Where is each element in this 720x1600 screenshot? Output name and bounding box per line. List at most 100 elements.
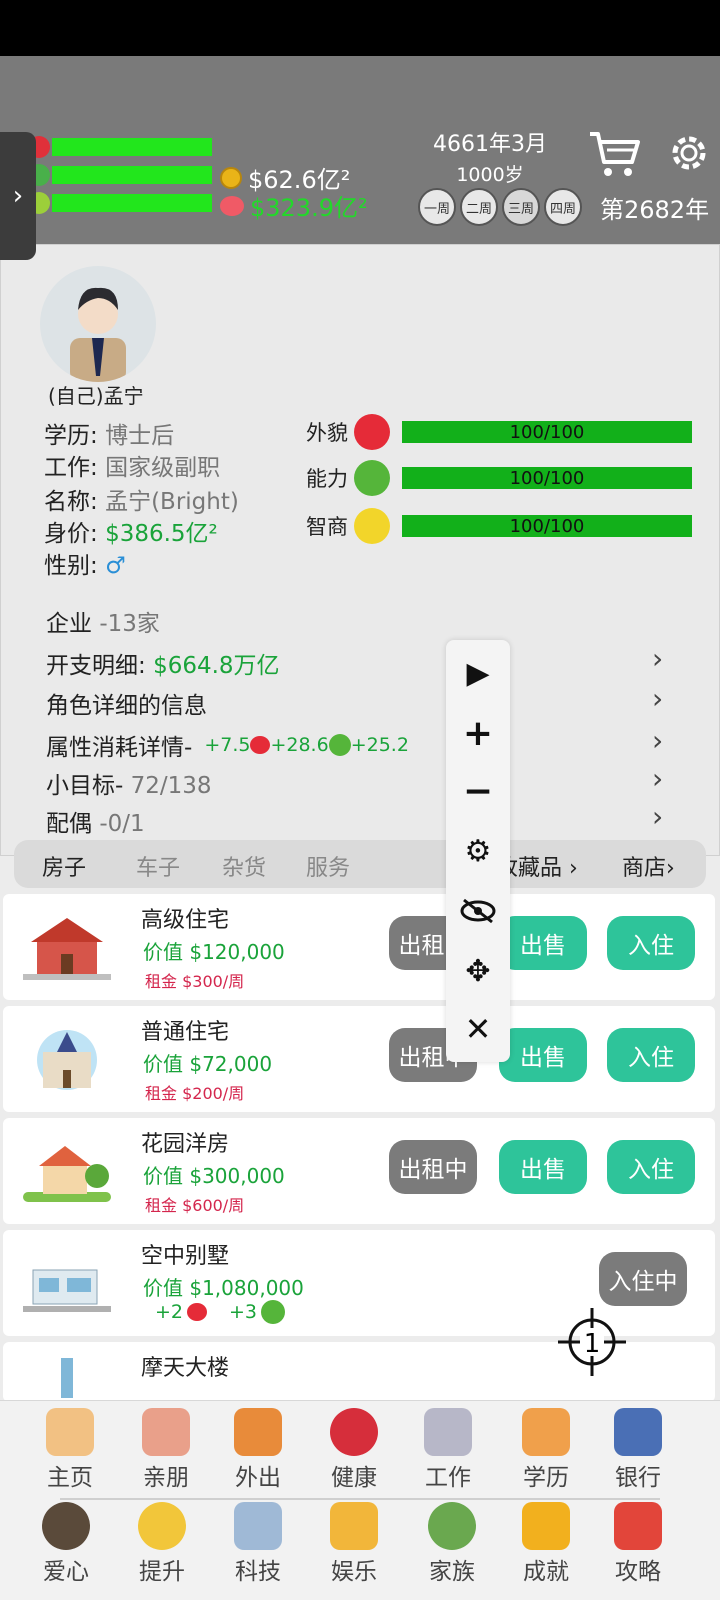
skyscraper-icon [61,1358,73,1398]
worth-row: 身价: $386.5亿² [44,521,218,547]
lightbulb-icon [138,1502,186,1550]
nav-charity[interactable]: 爱心 [24,1502,108,1586]
ability-face-icon [354,460,390,496]
nav-home[interactable]: 主页 [28,1408,112,1492]
living-in-button[interactable]: 入住中 [599,1252,687,1306]
spouse-row[interactable]: 配偶 -0/1 [46,804,145,838]
move-in-button[interactable]: 入住 [607,1140,695,1194]
week-selector: 一周 二周 三周 四周 [418,188,582,226]
iq-attribute: 智商 100/100 [306,508,692,544]
week-4-button[interactable]: 四周 [544,188,582,226]
floating-toolbar: ▶ + − ⚙ ✥ ✕ [446,640,510,1062]
property-bonus: +2 +3 [155,1300,286,1324]
plus-icon[interactable]: + [446,708,510,758]
company-row[interactable]: 企业 -13家 [46,604,160,638]
tab-houses[interactable]: 房子 [42,850,86,882]
savings-display: $323.9亿² [220,188,368,223]
property-card: 高级住宅 价值 $120,000 租金 $300/周 出租中 出售 入住 [3,894,715,1000]
job-row: 工作: 国家级副职 [44,455,221,481]
side-drawer-toggle[interactable]: › [0,132,36,260]
week-2-button[interactable]: 二周 [460,188,498,226]
ability-face-icon [328,734,351,756]
tab-groceries[interactable]: 杂货 [222,850,266,882]
iq-bar: 100/100 [402,515,692,537]
sell-button[interactable]: 出售 [499,916,587,970]
status-bar [0,0,720,56]
expense-chevron-icon[interactable]: › [652,642,663,675]
nav-entertainment[interactable]: 娱乐 [312,1502,396,1586]
category-tabs: 房子 车子 杂货 服务 收藏品 › 商店› [14,840,706,888]
move-in-button[interactable]: 入住 [607,916,695,970]
tab-services[interactable]: 服务 [306,850,350,882]
crosshair-number: 1 [584,1329,601,1359]
dog-icon [42,1502,90,1550]
year-counter: 第2682年 [600,196,710,224]
gender-row: 性别: ♂ [44,553,126,579]
play-icon[interactable]: ▶ [446,648,510,698]
coin-icon [220,166,242,189]
student-icon [522,1408,570,1456]
scientist-icon [234,1502,282,1550]
ability-bar: 100/100 [402,467,692,489]
consume-row[interactable]: 属性消耗详情- +7.5 +28.6 +25.2 [46,728,409,762]
nav-family[interactable]: 家族 [410,1502,494,1586]
sell-button[interactable]: 出售 [499,1140,587,1194]
move-icon[interactable]: ✥ [446,946,510,996]
piggy-bank-icon [220,195,244,216]
appearance-bar: 100/100 [402,421,692,443]
smile-face-icon [354,508,390,544]
nav-outing[interactable]: 外出 [216,1408,300,1492]
settings-gear-icon[interactable] [666,130,712,176]
shopping-cart-icon[interactable] [588,128,640,180]
bank-icon [614,1408,662,1456]
heart-icon [250,736,271,754]
expense-row[interactable]: 开支明细: $664.8万亿 [46,646,280,680]
week-3-button[interactable]: 三周 [502,188,540,226]
nav-technology[interactable]: 科技 [216,1502,300,1586]
nav-friends[interactable]: 亲朋 [124,1408,208,1492]
goal-chevron-icon[interactable]: › [652,762,663,795]
game-date: 4661年3月 [433,132,547,157]
ability-bar [52,166,212,184]
savings-value: $323.9亿² [250,194,368,222]
tab-cars[interactable]: 车子 [136,850,180,882]
role-info-row[interactable]: 角色详细的信息 [46,686,207,720]
nav-health[interactable]: 健康 [312,1408,396,1492]
trophy-icon [522,1502,570,1550]
close-icon[interactable]: ✕ [446,1004,510,1054]
eye-off-icon[interactable] [446,886,510,936]
handshake-icon [142,1408,190,1456]
move-in-button[interactable]: 入住 [607,1028,695,1082]
crosshair-marker[interactable]: 1 [556,1306,628,1378]
rent-out-button[interactable]: 出租中 [389,1140,477,1194]
nav-bank[interactable]: 银行 [596,1408,680,1492]
gear-icon[interactable]: ⚙ [446,826,510,876]
minus-icon[interactable]: − [446,766,510,816]
home-icon [46,1408,94,1456]
heart-icon [354,414,390,450]
nav-education[interactable]: 学历 [504,1408,588,1492]
goal-row[interactable]: 小目标- 72/138 [46,766,212,800]
nav-guide[interactable]: 攻略 [596,1502,680,1586]
castle-icon [37,1030,97,1090]
player-age: 1000岁 [456,164,524,186]
week-1-button[interactable]: 一周 [418,188,456,226]
nav-achievements[interactable]: 成就 [504,1502,588,1586]
family-tree-icon [428,1502,476,1550]
player-caption: (自己)孟宁 [48,384,144,408]
property-card: 花园洋房 价值 $300,000 租金 $600/周 出租中 出售 入住 [3,1118,715,1224]
nav-work[interactable]: 工作 [406,1408,490,1492]
player-avatar[interactable] [40,266,156,382]
role-info-chevron-icon[interactable]: › [652,682,663,715]
intelligence-bar [52,194,212,212]
consume-chevron-icon[interactable]: › [652,724,663,757]
health-bar [52,138,212,156]
worker-icon [424,1408,472,1456]
property-card: 普通住宅 价值 $72,000 租金 $200/周 出租中 出售 入住 [3,1006,715,1112]
tent-icon [234,1408,282,1456]
tab-shop[interactable]: 商店› [622,850,675,882]
nav-improve[interactable]: 提升 [120,1502,204,1586]
sky-villa-icon [23,1269,111,1312]
sell-button[interactable]: 出售 [499,1028,587,1082]
spouse-chevron-icon[interactable]: › [652,800,663,833]
